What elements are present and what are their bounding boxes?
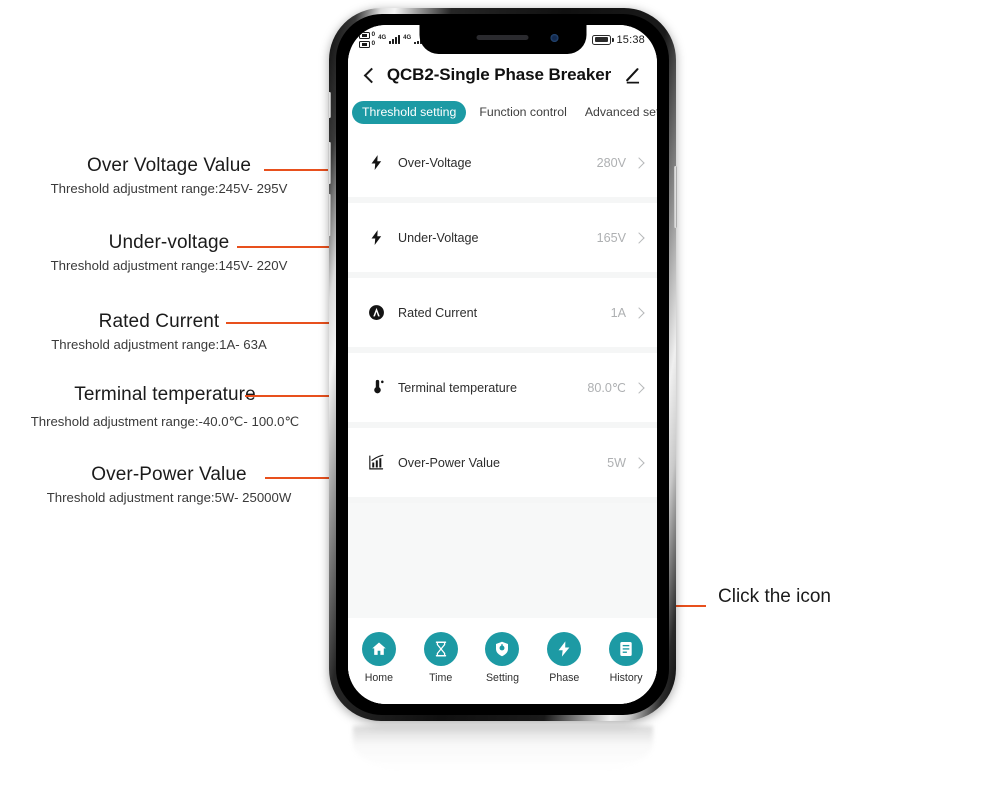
bar-chart-icon <box>366 453 386 473</box>
earpiece-speaker-icon <box>476 35 529 40</box>
nav-item-time[interactable]: Time <box>413 632 469 684</box>
phone-frame-inner: 0 0 4G 4G 15:38 QCB2-Single Phase Breake… <box>336 14 669 715</box>
annotation-subtitle: Threshold adjustment range:245V- 295V <box>50 181 288 197</box>
home-icon <box>361 632 396 666</box>
thermometer-icon <box>366 378 386 398</box>
nav-item-home[interactable]: Home <box>351 632 407 684</box>
chevron-right-icon <box>633 456 645 469</box>
nav-item-setting[interactable]: Setting <box>474 632 530 684</box>
dual-sim-indicators: 0 0 <box>359 30 376 48</box>
front-camera-icon <box>550 34 558 42</box>
annotation-over-voltage: Over Voltage Value Threshold adjustment … <box>14 155 324 196</box>
annotation-over-power: Over-Power Value Threshold adjustment ra… <box>14 464 324 505</box>
bolt-icon <box>366 228 386 248</box>
bottom-navigation-bar: Home Time Setting Phase History <box>348 618 657 704</box>
status-bar-left: 0 0 4G 4G <box>359 30 426 48</box>
phone-notch <box>419 25 586 54</box>
list-item-value: 1A <box>610 305 626 320</box>
sim1-indicator: 0 <box>359 30 376 39</box>
nav-label: History <box>609 672 643 684</box>
list-item-label: Terminal temperature <box>398 380 517 395</box>
nav-label: Home <box>364 672 394 684</box>
shield-gear-icon <box>485 632 520 666</box>
annotation-title: Under-voltage <box>108 232 230 253</box>
list-item-label: Rated Current <box>398 305 478 320</box>
chevron-right-icon <box>633 306 645 319</box>
annotation-title: Over-Power Value <box>91 464 247 485</box>
list-item-value: 280V <box>596 155 626 170</box>
sim1-number: 0 <box>371 30 376 38</box>
ampere-icon <box>366 303 386 323</box>
annotation-subtitle: Threshold adjustment range:145V- 220V <box>50 258 288 274</box>
battery-icon <box>592 34 614 45</box>
list-item-terminal-temperature[interactable]: Terminal temperature 80.0℃ <box>348 353 657 428</box>
annotation-title: Over Voltage Value <box>86 155 252 176</box>
nav-label: Time <box>429 672 453 684</box>
back-chevron-icon[interactable] <box>360 66 378 84</box>
list-item-value: 165V <box>596 230 626 245</box>
list-item-label: Under-Voltage <box>398 230 479 245</box>
sim2-number: 0 <box>371 39 376 47</box>
nav-label: Phase <box>549 672 580 684</box>
sim-card-icon <box>359 31 370 39</box>
tab-threshold-setting[interactable]: Threshold setting <box>352 100 467 124</box>
annotation-under-voltage: Under-voltage Threshold adjustment range… <box>14 232 324 273</box>
volume-down-button[interactable] <box>328 194 331 236</box>
chevron-right-icon <box>633 156 645 169</box>
silent-switch-button[interactable] <box>328 92 331 118</box>
list-item-rated-current[interactable]: Rated Current 1A <box>348 278 657 353</box>
hourglass-icon <box>423 632 458 666</box>
chevron-right-icon <box>633 381 645 394</box>
status-bar-right: 15:38 <box>592 34 645 46</box>
list-item-under-voltage[interactable]: Under-Voltage 165V <box>348 203 657 278</box>
annotation-subtitle: Threshold adjustment range:-40.0℃- 100.0… <box>30 414 300 430</box>
signal-bars-icon <box>389 35 401 44</box>
list-item-value: 5W <box>607 455 626 470</box>
bolt-icon <box>547 632 582 666</box>
annotation-click-the-icon: Click the icon <box>718 586 831 607</box>
volume-up-button[interactable] <box>328 142 331 184</box>
list-item-over-voltage[interactable]: Over-Voltage 280V <box>348 128 657 203</box>
tab-function-control[interactable]: Function control <box>474 101 572 123</box>
status-bar-clock: 15:38 <box>616 33 645 46</box>
settings-rows: Over-Voltage 280V Under-Voltage 165V Rat… <box>348 128 657 503</box>
network1-label: 4G <box>378 34 387 41</box>
nav-label: Setting <box>485 672 519 684</box>
phone-mockup: 0 0 4G 4G 15:38 QCB2-Single Phase Breake… <box>328 8 677 721</box>
phone-reflection <box>353 726 653 770</box>
sim-card-icon <box>359 40 370 48</box>
annotation-title: Terminal temperature <box>74 384 256 405</box>
annotation-terminal-temperature: Terminal temperature Threshold adjustmen… <box>6 384 324 430</box>
app-header: QCB2-Single Phase Breaker <box>348 54 657 96</box>
nav-item-history[interactable]: History <box>598 632 654 684</box>
list-item-value: 80.0℃ <box>587 381 626 395</box>
pencil-edit-icon[interactable] <box>624 66 643 85</box>
page-title: QCB2-Single Phase Breaker <box>386 65 612 84</box>
list-item-label: Over-Power Value <box>398 455 500 470</box>
nav-item-phase[interactable]: Phase <box>536 632 592 684</box>
annotation-subtitle: Threshold adjustment range:1A- 63A <box>51 337 267 353</box>
tab-advanced-setting[interactable]: Advanced setting <box>580 101 657 123</box>
bolt-icon <box>366 153 386 173</box>
annotation-subtitle: Threshold adjustment range:5W- 25000W <box>46 490 292 506</box>
network2-label: 4G <box>403 34 412 41</box>
tab-bar: Threshold setting Function control Advan… <box>348 96 657 128</box>
list-item-over-power-value[interactable]: Over-Power Value 5W <box>348 428 657 503</box>
sim2-indicator: 0 <box>359 39 376 48</box>
document-icon <box>609 632 644 666</box>
chevron-right-icon <box>633 231 645 244</box>
screenshot-root: Over Voltage Value Threshold adjustment … <box>0 0 1000 801</box>
phone-screen: 0 0 4G 4G 15:38 QCB2-Single Phase Breake… <box>348 25 657 704</box>
power-button[interactable] <box>674 166 677 228</box>
annotation-rated-current: Rated Current Threshold adjustment range… <box>14 311 304 352</box>
list-item-label: Over-Voltage <box>398 155 472 170</box>
